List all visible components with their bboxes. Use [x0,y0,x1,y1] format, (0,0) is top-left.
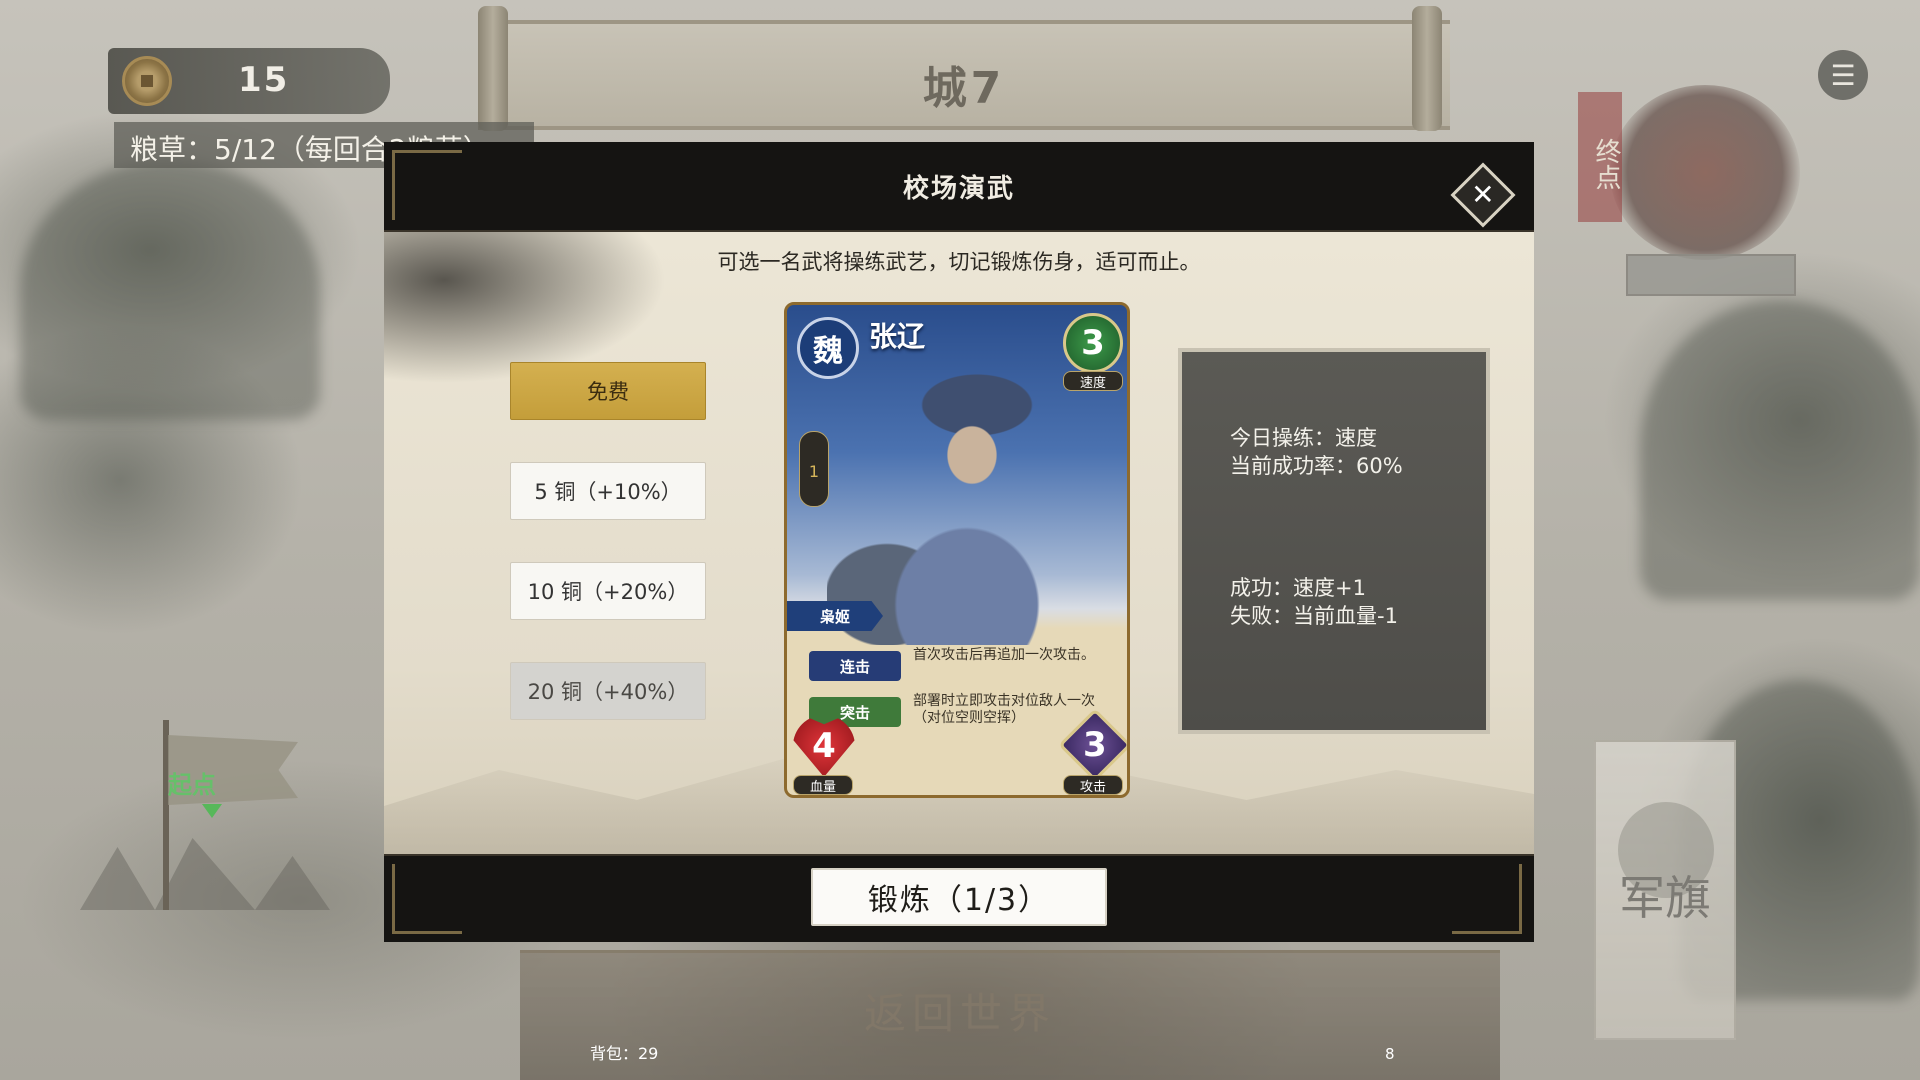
speed-label: 速度 [1063,371,1123,391]
skill-row: 突击 部署时立即攻击对位敌人一次（对位空则空挥） [809,693,1109,737]
faction-emblem: 魏 [797,317,859,379]
mountain-decoration [20,160,320,420]
general-portrait [827,345,1077,645]
fail-effect: 失败：当前血量-1 [1230,604,1398,628]
rank-indicator: 1 [799,431,829,507]
today-training: 今日操练：速度 [1230,426,1377,450]
return-world-button[interactable]: 返回世界 [0,980,1920,1041]
skill-tag: 突击 [809,697,901,727]
hp-label: 血量 [793,775,853,795]
dialog-description: 可选一名武将操练武艺，切记锻炼伤身，适可而止。 [717,250,1201,274]
mountain-decoration [1640,300,1920,600]
option-free-button[interactable]: 免费 [510,362,706,420]
start-label: 起点 [168,771,216,799]
scroll-rod-right [1412,6,1442,131]
corner-ornament [1452,864,1522,934]
general-name: 张辽 [869,320,926,353]
general-card[interactable]: 魏 张辽 3 速度 1 枭姬 连击 首次攻击后再追加一次攻击。 突击 部署时立即… [784,302,1130,798]
boss-portrait[interactable] [1610,85,1800,260]
training-info-panel: 今日操练：速度 当前成功率：60% 成功：速度+1 失败：当前血量-1 [1178,348,1490,734]
city-title-scroll: 城7 [478,20,1450,130]
hamburger-icon: ☰ [1830,58,1856,92]
copper-coin-icon [122,56,172,106]
success-rate: 当前成功率：60% [1230,454,1403,478]
coin-counter: 15 [108,48,390,114]
deck-count: 8 [1385,1045,1395,1063]
speed-stat: 3 [1063,313,1123,373]
coin-count: 15 [238,60,290,100]
army-flag-label: 军旗 [1619,871,1711,925]
attack-label: 攻击 [1063,775,1123,795]
training-dialog: 校场演武 ✕ 可选一名武将操练武艺，切记锻炼伤身，适可而止。 免费 5 铜（+1… [384,142,1534,942]
bag-count: 背包：29 [590,1044,659,1063]
down-arrow-icon [202,804,222,818]
close-icon: ✕ [1471,178,1495,211]
trait-tag: 枭姬 [787,601,883,631]
boss-nameplate [1626,254,1796,296]
dialog-title: 校场演武 [902,174,1015,204]
skill-tag: 连击 [809,651,901,681]
option-5-copper-button[interactable]: 5 铜（+10%） [510,462,706,520]
dialog-footer: 锻炼（1/3） [384,854,1534,942]
end-banner: 终点 [1578,92,1622,222]
corner-ornament [392,864,462,934]
skill-row: 连击 首次攻击后再追加一次攻击。 [809,647,1109,691]
success-effect: 成功：速度+1 [1230,576,1366,600]
option-20-copper-button[interactable]: 20 铜（+40%） [510,662,706,720]
attack-value: 3 [1083,724,1107,765]
train-button[interactable]: 锻炼（1/3） [811,868,1107,926]
option-10-copper-button[interactable]: 10 铜（+20%） [510,562,706,620]
city-title: 城7 [922,63,1006,114]
dialog-header: 校场演武 ✕ [384,142,1534,232]
scroll-rod-left [478,6,508,131]
skill-description: 部署时立即攻击对位敌人一次（对位空则空挥） [913,693,1095,726]
skill-description: 首次攻击后再追加一次攻击。 [913,647,1095,663]
menu-button[interactable]: ☰ [1818,50,1868,100]
dialog-body: 可选一名武将操练武艺，切记锻炼伤身，适可而止。 免费 5 铜（+10%） 10 … [384,232,1534,854]
